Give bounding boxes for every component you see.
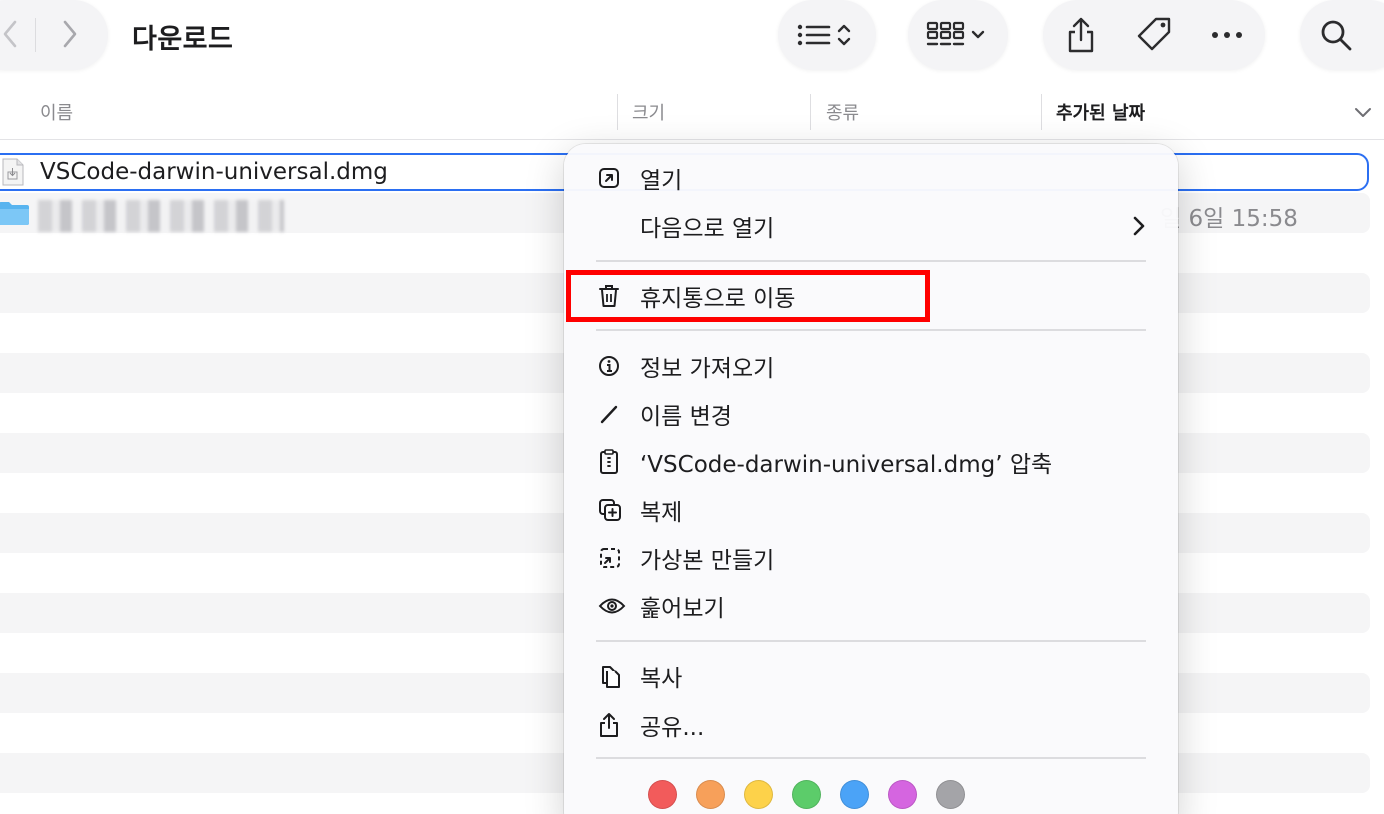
- annotation-highlight-box: [566, 270, 930, 322]
- search-button[interactable]: [1300, 0, 1384, 70]
- column-name[interactable]: 이름: [40, 99, 73, 125]
- zip-archive-icon: [598, 448, 632, 476]
- navigation-pill: [0, 0, 108, 70]
- folder-icon: [0, 202, 29, 225]
- column-size[interactable]: 크기: [632, 99, 665, 125]
- menu-label: 열기: [640, 168, 683, 194]
- eye-icon: [598, 592, 632, 620]
- menu-item-quick-look[interactable]: 훑어보기: [594, 586, 1150, 626]
- open-arrow-icon: [598, 164, 632, 192]
- group-button[interactable]: [908, 0, 1008, 70]
- tag-icon: [1137, 17, 1171, 51]
- menu-label: ‘VSCode-darwin-universal.dmg’ 압축: [640, 452, 1053, 478]
- forward-button[interactable]: [52, 16, 88, 52]
- menu-item-open[interactable]: 열기: [594, 158, 1150, 198]
- menu-label: 복사: [640, 666, 683, 692]
- more-button[interactable]: [1203, 14, 1251, 56]
- tag-purple-dot[interactable]: [888, 780, 917, 809]
- share-button[interactable]: [1057, 14, 1105, 56]
- tag-red-dot[interactable]: [648, 780, 677, 809]
- share-icon: [1068, 17, 1094, 53]
- tag-button[interactable]: [1131, 14, 1179, 56]
- chevron-right-icon: [1133, 216, 1145, 236]
- copy-icon: [598, 662, 632, 690]
- chevron-right-icon: [63, 20, 77, 48]
- menu-label: 이름 변경: [640, 404, 732, 430]
- tag-gray-dot[interactable]: [936, 780, 965, 809]
- menu-item-make-alias[interactable]: 가상본 만들기: [594, 538, 1150, 578]
- dmg-file-icon: [2, 158, 24, 186]
- toolbar: 다운로드: [0, 0, 1384, 82]
- tag-blue-dot[interactable]: [840, 780, 869, 809]
- column-kind[interactable]: 종류: [826, 99, 859, 125]
- date-added-value: 일 6일 15:58: [1160, 206, 1298, 232]
- column-header: 이름 크기 종류 추가된 날짜: [0, 88, 1384, 140]
- menu-label: 훑어보기: [640, 596, 725, 622]
- column-divider[interactable]: [1041, 94, 1042, 130]
- menu-item-duplicate[interactable]: 복제: [594, 490, 1150, 530]
- grid-group-icon: [926, 21, 985, 46]
- share-icon: [598, 711, 632, 739]
- tag-orange-dot[interactable]: [696, 780, 725, 809]
- menu-label: 정보 가져오기: [640, 356, 775, 382]
- menu-item-copy[interactable]: 복사: [594, 656, 1150, 696]
- menu-item-open-with[interactable]: 다음으로 열기: [594, 206, 1150, 246]
- window-title: 다운로드: [132, 24, 234, 55]
- menu-label: 복제: [640, 500, 683, 526]
- search-icon: [1321, 20, 1352, 51]
- menu-item-get-info[interactable]: 정보 가져오기: [594, 346, 1150, 386]
- menu-item-share[interactable]: 공유...: [594, 705, 1150, 745]
- list-view-icon: [797, 24, 851, 46]
- menu-label: 공유...: [640, 715, 705, 741]
- menu-divider: [596, 329, 1146, 331]
- action-buttons-pill: [1043, 0, 1265, 70]
- tag-green-dot[interactable]: [792, 780, 821, 809]
- nav-divider: [35, 18, 36, 52]
- back-button[interactable]: [0, 16, 28, 52]
- duplicate-icon: [598, 496, 632, 524]
- pencil-icon: [598, 400, 632, 428]
- menu-item-rename[interactable]: 이름 변경: [594, 394, 1150, 434]
- ellipsis-icon: [1212, 32, 1242, 38]
- menu-divider: [596, 260, 1146, 262]
- alias-icon: [598, 544, 632, 572]
- menu-label: 다음으로 열기: [640, 216, 775, 242]
- column-date-added[interactable]: 추가된 날짜: [1056, 99, 1145, 125]
- sort-descending-icon[interactable]: [1354, 106, 1372, 118]
- file-name: VSCode-darwin-universal.dmg: [40, 159, 388, 185]
- redacted-filename: [38, 200, 284, 232]
- menu-divider: [596, 640, 1146, 642]
- view-options-button[interactable]: [778, 0, 876, 70]
- tag-yellow-dot[interactable]: [744, 780, 773, 809]
- column-divider[interactable]: [810, 94, 811, 130]
- context-menu: 열기 다음으로 열기 휴지통으로 이동 정보 가져오기 이름 변경 ‘VSCod…: [564, 144, 1178, 814]
- menu-divider: [596, 757, 1146, 759]
- chevron-left-icon: [3, 20, 17, 48]
- column-divider[interactable]: [617, 94, 618, 130]
- menu-label: 가상본 만들기: [640, 548, 775, 574]
- info-icon: [598, 352, 632, 380]
- menu-item-compress[interactable]: ‘VSCode-darwin-universal.dmg’ 압축: [594, 442, 1150, 482]
